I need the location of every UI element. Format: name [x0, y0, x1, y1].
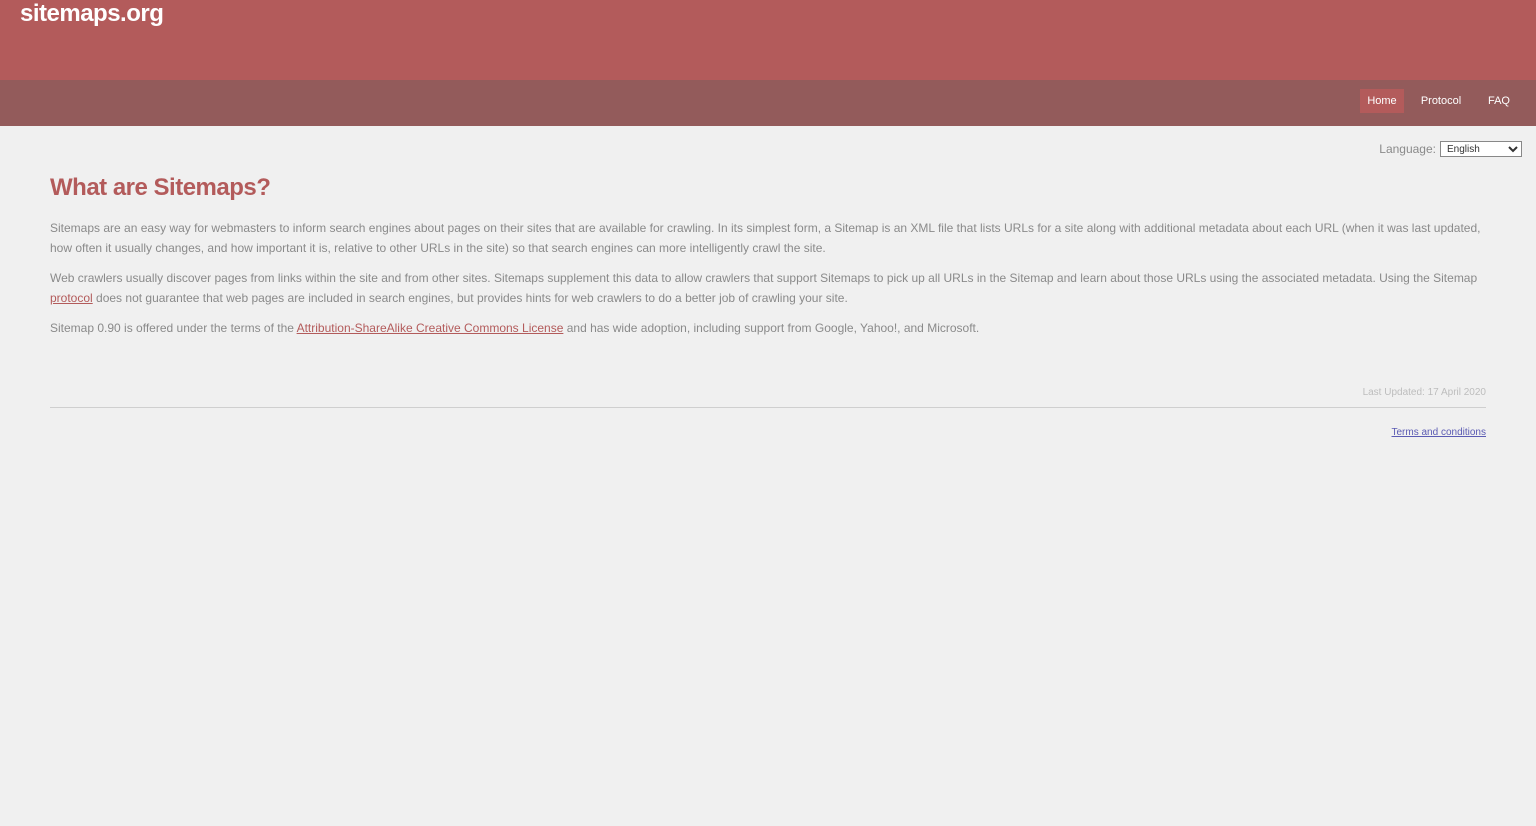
- license-text-after: and has wide adoption, including support…: [563, 321, 980, 335]
- license-text-before: Sitemap 0.90 is offered under the terms …: [50, 321, 297, 335]
- page-title: What are Sitemaps?: [50, 174, 271, 201]
- language-label: Language:: [1379, 142, 1436, 156]
- intro-paragraph: Sitemaps are an easy way for webmasters …: [50, 221, 1481, 255]
- site-title[interactable]: sitemaps.org: [20, 0, 164, 28]
- footer-divider: [50, 407, 1486, 408]
- crawlers-text-before: Web crawlers usually discover pages from…: [50, 271, 1478, 285]
- nav-home[interactable]: Home: [1360, 89, 1404, 113]
- nav-faq[interactable]: FAQ: [1484, 89, 1514, 113]
- nav-protocol[interactable]: Protocol: [1418, 89, 1464, 113]
- language-selector: Language: English: [1379, 141, 1522, 157]
- nav-bar: Home Protocol FAQ: [0, 80, 1536, 126]
- site-header: sitemaps.org: [0, 0, 1536, 80]
- last-updated: Last Updated: 17 April 2020: [1362, 387, 1486, 398]
- license-link[interactable]: Attribution-ShareAlike Creative Commons …: [297, 321, 564, 335]
- main-content: What are Sitemaps? Sitemaps are an easy …: [50, 170, 1486, 339]
- crawlers-paragraph: Web crawlers usually discover pages from…: [50, 269, 1486, 308]
- language-select[interactable]: English: [1440, 141, 1522, 157]
- protocol-link[interactable]: protocol: [50, 291, 93, 305]
- crawlers-text-after: does not guarantee that web pages are in…: [92, 290, 848, 305]
- terms-link[interactable]: Terms and conditions: [1392, 427, 1487, 438]
- license-paragraph: Sitemap 0.90 is offered under the terms …: [50, 319, 1486, 339]
